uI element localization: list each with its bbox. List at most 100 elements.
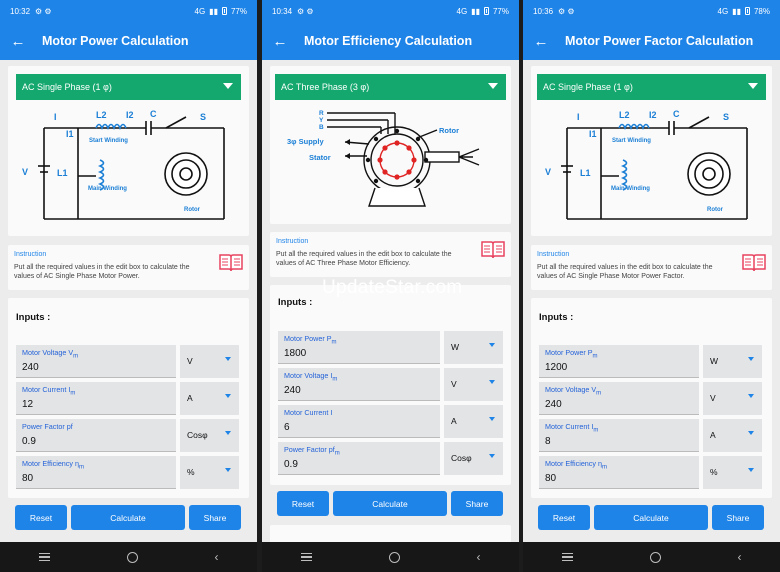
back-nav-icon[interactable]: ‹ [477,550,481,564]
instruction-card: Instruction Put all the required values … [531,245,772,290]
calculate-button[interactable]: Calculate [333,491,447,516]
label-Y: Y [319,117,324,124]
field-value: 240 [284,385,301,396]
voltage-unit-select[interactable]: V [444,368,503,401]
home-icon[interactable] [388,551,400,563]
recent-apps-icon[interactable] [38,552,50,562]
network-type: 4G [456,6,468,16]
notification-icon: ⚙ ⚙ [558,6,575,16]
chevron-down-icon [225,394,231,398]
power-unit-select[interactable]: W [444,331,503,364]
reset-button[interactable]: Reset [538,505,590,530]
label-I2: I2 [649,110,657,120]
back-arrow-icon[interactable]: ← [262,33,298,50]
efficiency-unit-select[interactable]: % [180,456,239,489]
single-phase-circuit-diagram: I I1 I2 L2 L1 V C S Start Winding Main W… [22,109,225,220]
motor-current-input[interactable]: Motor Current Im 12 [16,382,176,415]
battery-icon [744,7,750,15]
label-C: C [673,109,680,119]
chevron-down-icon [489,380,495,384]
reset-button[interactable]: Reset [15,505,67,530]
motor-voltage-input[interactable]: Motor Voltage Im 240 [278,368,440,401]
phase-dropdown[interactable]: AC Single Phase (1 φ) [537,74,766,100]
power-factor-unit-select[interactable]: Cosφ [180,419,239,452]
share-button[interactable]: Share [189,505,241,530]
signal-icon: ▮▮ [732,6,741,16]
recent-apps-icon[interactable] [561,552,573,562]
field-label: Motor Current I [22,385,71,394]
motor-efficiency-input[interactable]: Motor Efficiency ηm 80 [539,456,699,489]
label-I: I [54,112,57,122]
phase-dropdown[interactable]: AC Three Phase (3 φ) [275,74,506,100]
field-value: 8 [545,436,551,447]
power-factor-input[interactable]: Power Factor pf 0.9 [16,419,176,452]
label-S: S [723,112,729,122]
book-icon [742,254,766,272]
motor-power-input[interactable]: Motor Power Pm 1200 [539,345,699,378]
motor-power-input[interactable]: Motor Power Pm 1800 [278,331,440,364]
motor-voltage-input[interactable]: Motor Voltage Vm 240 [539,382,699,415]
label-C: C [150,109,157,119]
voltage-unit-select[interactable]: V [703,382,762,415]
field-subscript: m [592,353,598,360]
back-arrow-icon[interactable]: ← [0,33,36,50]
motor-current-input[interactable]: Motor Current I 6 [278,405,440,438]
power-factor-unit-select[interactable]: Cosφ [444,442,503,475]
instruction-text: Put all the required values in the edit … [276,251,452,267]
unit-value: W [451,342,460,352]
share-button[interactable]: Share [451,491,503,516]
power-unit-select[interactable]: W [703,345,762,378]
book-icon [219,254,243,272]
reset-button[interactable]: Reset [277,491,329,516]
unit-value: A [187,393,193,403]
power-factor-input[interactable]: Power Factor pfm 0.9 [278,442,440,475]
chevron-down-icon [748,394,754,398]
field-label: Motor Voltage V [22,348,74,357]
inputs-label: Inputs : [16,312,51,323]
book-icon [481,241,505,259]
calculate-button[interactable]: Calculate [71,505,185,530]
status-bar: 10:34 ⚙ ⚙ 4G ▮▮ 77% [262,0,519,22]
battery-icon [221,7,227,15]
field-value: 0.9 [22,436,36,447]
label-V: V [545,167,551,177]
efficiency-unit-select[interactable]: % [703,456,762,489]
signal-icon: ▮▮ [471,6,480,16]
back-nav-icon[interactable]: ‹ [738,550,742,564]
notification-icon: ⚙ ⚙ [297,6,314,16]
label-I: I [577,112,580,122]
label-L2: L2 [96,110,107,120]
instruction-title: Instruction [14,251,47,258]
label-L2: L2 [619,110,630,120]
motor-voltage-input[interactable]: Motor Voltage Vm 240 [16,345,176,378]
field-subscript: m [596,390,602,397]
current-unit-select[interactable]: A [180,382,239,415]
current-unit-select[interactable]: A [444,405,503,438]
phase-selected: AC Single Phase (1 φ) [22,82,112,92]
field-label: Motor Voltage V [545,385,597,394]
motor-efficiency-input[interactable]: Motor Efficiency ηm 80 [16,456,176,489]
share-button[interactable]: Share [712,505,764,530]
label-I1: I1 [66,129,74,139]
recent-apps-icon[interactable] [300,552,312,562]
chevron-down-icon [748,431,754,435]
current-unit-select[interactable]: A [703,419,762,452]
three-phase-motor-diagram: R Y B 3φ Supply Stator Rotor [287,110,480,207]
calculate-button[interactable]: Calculate [594,505,708,530]
back-arrow-icon[interactable]: ← [523,33,559,50]
field-value: 240 [545,399,562,410]
home-icon[interactable] [126,551,138,563]
motor-current-input[interactable]: Motor Current Im 8 [539,419,699,452]
phase-dropdown[interactable]: AC Single Phase (1 φ) [16,74,241,100]
back-nav-icon[interactable]: ‹ [215,550,219,564]
field-value: 1800 [284,348,307,359]
unit-value: A [451,416,457,426]
instruction-card: Instruction Put all the required values … [270,232,511,277]
instruction-title: Instruction [537,251,570,258]
voltage-unit-select[interactable]: V [180,345,239,378]
field-label: Motor Efficiency η [545,459,602,468]
field-label: Motor Power P [545,348,593,357]
chevron-down-icon [489,454,495,458]
home-icon[interactable] [649,551,661,563]
inputs-card: Inputs : Motor Power Pm 1200 W Motor Volt… [531,298,772,498]
